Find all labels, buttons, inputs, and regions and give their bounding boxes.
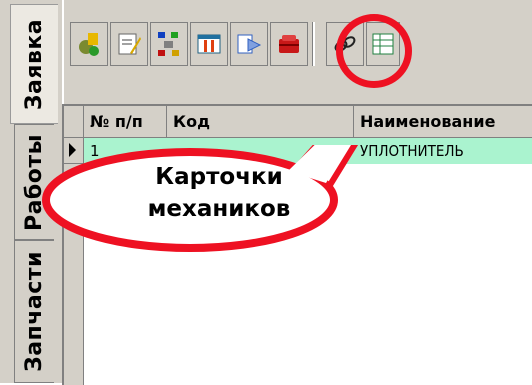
tree-icon xyxy=(158,32,179,56)
edit-icon xyxy=(118,33,141,55)
column-header-code[interactable]: Код xyxy=(167,106,354,138)
column-header-number[interactable]: № п/п xyxy=(84,106,167,138)
callout-line-1: Карточки xyxy=(155,164,283,190)
highlight-circle xyxy=(336,14,412,88)
columns-button[interactable] xyxy=(190,22,228,66)
mechanic-cards-icon xyxy=(279,35,299,53)
edit-button[interactable] xyxy=(110,22,148,66)
tab-parts[interactable]: Запчасти xyxy=(14,240,54,383)
tab-request[interactable]: Заявка xyxy=(10,4,58,124)
export-icon xyxy=(237,34,262,54)
export-button[interactable] xyxy=(230,22,268,66)
add-icon xyxy=(79,33,99,56)
tab-parts-label: Запчасти xyxy=(22,251,47,372)
mechanic-cards-button[interactable] xyxy=(270,22,308,66)
callout-line-2: механиков xyxy=(147,196,291,222)
grid-corner xyxy=(64,106,84,138)
add-button[interactable] xyxy=(70,22,108,66)
columns-icon xyxy=(197,34,221,54)
tree-button[interactable] xyxy=(150,22,188,66)
tab-request-label: Заявка xyxy=(22,18,47,110)
toolbar-separator xyxy=(313,22,315,66)
column-header-name[interactable]: Наименование xyxy=(354,106,532,138)
